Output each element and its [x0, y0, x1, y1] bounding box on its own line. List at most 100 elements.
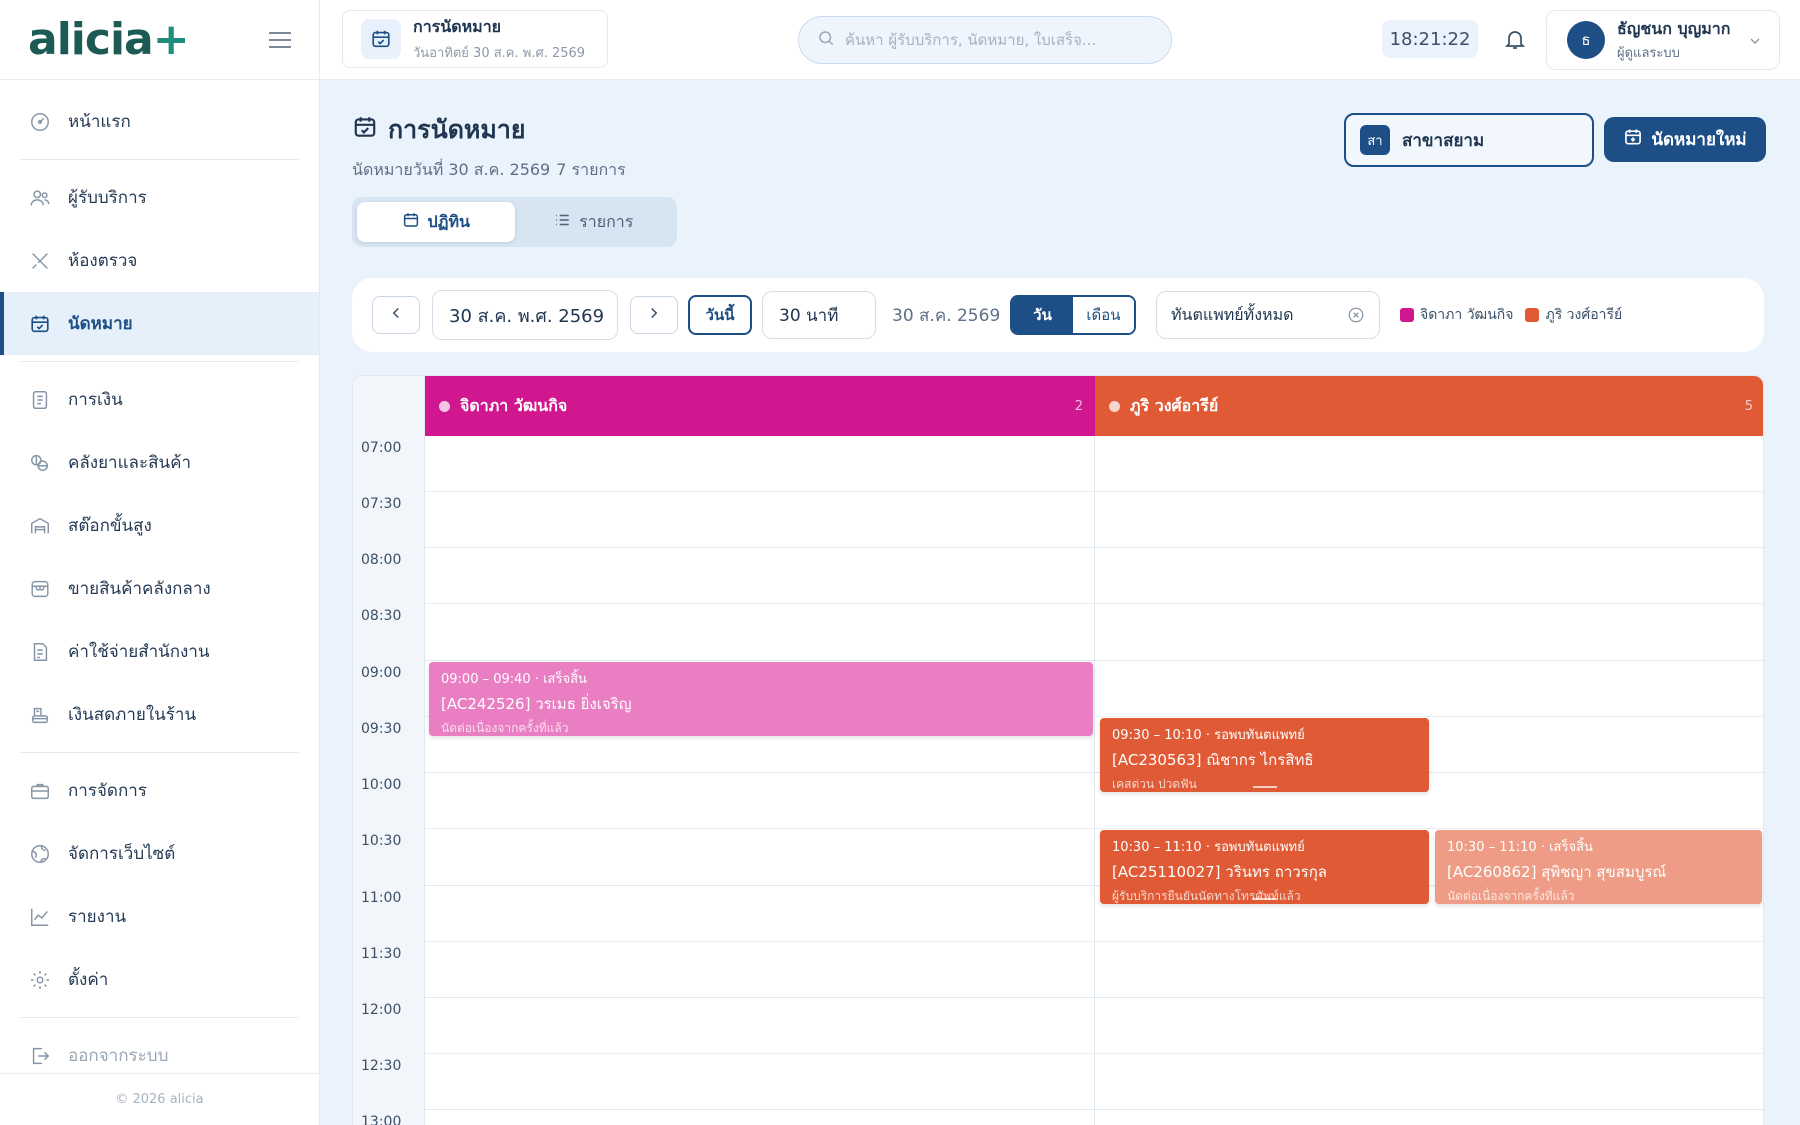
grid-line: [425, 1053, 1763, 1054]
calendar-plus-icon: [1623, 127, 1643, 152]
appointment-time: 09:30 – 10:10 · รอพบทันตแพทย์: [1112, 728, 1305, 743]
sidebar-item-patients[interactable]: ผู้รับบริการ: [0, 166, 319, 229]
status-dot: [1109, 400, 1120, 412]
avatar: ธ: [1567, 21, 1605, 59]
divider: [20, 361, 299, 362]
menu-toggle-icon[interactable]: [269, 31, 291, 48]
appointment-card[interactable]: 10:30 – 11:10 · เสร็จสิ้น [AC260862] สุพ…: [1435, 830, 1762, 904]
time-slot-label: 07:00: [361, 440, 402, 456]
page-subtitle: นัดหมายวันที่ 30 ส.ค. 2569 7 รายการ: [352, 160, 626, 179]
sidebar-item-label: ออกจากระบบ: [68, 1046, 169, 1066]
grid-line: [425, 772, 1763, 773]
sidebar-item-advanced-stock[interactable]: สต๊อกขั้นสูง: [0, 494, 319, 557]
tab-list[interactable]: รายการ: [515, 202, 673, 242]
page-chip-date: วันอาทิตย์ 30 ส.ค. พ.ศ. 2569: [413, 46, 586, 61]
sidebar-item-finance[interactable]: การเงิน: [0, 368, 319, 431]
sidebar-item-central-store[interactable]: ขายสินค้าคลังกลาง: [0, 557, 319, 620]
sidebar-item-reports[interactable]: รายงาน: [0, 885, 319, 948]
sidebar-item-label: ตั้งค่า: [68, 970, 109, 990]
tab-calendar[interactable]: ปฏิทิน: [357, 202, 515, 242]
sidebar-item-label: ผู้รับบริการ: [68, 188, 147, 208]
next-day-button[interactable]: [630, 296, 678, 334]
sidebar-item-exam-room[interactable]: ห้องตรวจ: [0, 229, 319, 292]
appointment-card[interactable]: 09:30 – 10:10 · รอพบทันตแพทย์ [AC230563]…: [1100, 718, 1429, 792]
appointment-time: 09:00 – 09:40 · เสร็จสิ้น: [441, 672, 587, 687]
copyright: © 2026 alicia: [0, 1073, 319, 1125]
user-menu[interactable]: ธ ธัญชนก บุญมาก ผู้ดูแลระบบ: [1546, 10, 1780, 70]
sidebar-item-label: การจัดการ: [68, 781, 147, 801]
chevron-left-icon: [387, 304, 405, 326]
appointment-note: ผู้รับบริการยืนยันนัดทางโทรศัพท์แล้ว: [1112, 889, 1301, 903]
appointment-patient: [AC230563] ณิชากร ไกรสิทธิ: [1112, 751, 1314, 769]
branch-badge: สา: [1360, 125, 1390, 155]
branch-selector[interactable]: สา สาขาสยาม: [1344, 113, 1594, 167]
time-slot-label: 10:30: [361, 833, 402, 849]
dentist-legend: จิดาภา วัฒนกิจ ภูริ วงศ์อารีย์: [1400, 304, 1634, 326]
today-button[interactable]: วันนี้: [688, 295, 752, 335]
sidebar-item-label: ขายสินค้าคลังกลาง: [68, 579, 211, 599]
time-slot-label: 08:00: [361, 552, 402, 568]
time-slot-label: 12:00: [361, 1002, 402, 1018]
app-logo[interactable]: alicia+: [28, 14, 190, 65]
time-slot-label: 13:00: [361, 1114, 402, 1125]
logout-icon: [28, 1044, 52, 1068]
appointment-note: นัดต่อเนื่องจากครั้งที่แล้ว: [1447, 889, 1575, 903]
briefcase-icon: [28, 779, 52, 803]
appointment-card[interactable]: 09:00 – 09:40 · เสร็จสิ้น [AC242526] วรเ…: [429, 662, 1093, 736]
users-icon: [28, 186, 52, 210]
grid-line: [425, 660, 1763, 661]
document-icon: [28, 388, 52, 412]
view-month-button[interactable]: เดือน: [1073, 297, 1134, 333]
appointment-patient: [AC25110027] วรินทร ถาวรกุล: [1112, 863, 1327, 881]
user-name: ธัญชนก บุญมาก: [1617, 19, 1731, 38]
date-picker[interactable]: 30 ส.ค. พ.ศ. 2569: [432, 290, 618, 340]
appointment-count-badge: 2: [1074, 398, 1083, 414]
view-mode-toggle: วัน เดือน: [1010, 295, 1136, 335]
dentist-filter[interactable]: ทันตแพทย์ทั้งหมด: [1156, 291, 1380, 339]
sidebar-item-label: คลังยาและสินค้า: [68, 453, 192, 473]
appointment-card[interactable]: 10:30 – 11:10 · รอพบทันตแพทย์ [AC2511002…: [1100, 830, 1429, 904]
appointment-patient: [AC260862] สุพิชญา สุขสมบูรณ์: [1447, 863, 1667, 881]
sidebar-item-home[interactable]: หน้าแรก: [0, 90, 319, 153]
appointment-time: 10:30 – 11:10 · รอพบทันตแพทย์: [1112, 840, 1305, 855]
pills-icon: [28, 451, 52, 475]
sidebar-item-website[interactable]: จัดการเว็บไซต์: [0, 822, 319, 885]
grid-line: [425, 941, 1763, 942]
warehouse-icon: [28, 514, 52, 538]
sidebar-nav: หน้าแรก ผู้รับบริการ ห้องตรวจ นัดหมาย กา…: [0, 80, 319, 1087]
search-icon: [817, 29, 835, 51]
sidebar-item-settings[interactable]: ตั้งค่า: [0, 948, 319, 1011]
gear-icon: [28, 968, 52, 992]
resize-handle[interactable]: [1252, 898, 1277, 900]
sidebar-item-inventory[interactable]: คลังยาและสินค้า: [0, 431, 319, 494]
view-day-button[interactable]: วัน: [1012, 297, 1073, 333]
interval-select[interactable]: 30 นาที: [762, 291, 876, 339]
time-slot-label: 10:00: [361, 777, 402, 793]
status-dot: [439, 400, 450, 412]
page-title: การนัดหมาย: [352, 110, 626, 150]
sidebar-item-office-expenses[interactable]: ค่าใช้จ่ายสำนักงาน: [0, 620, 319, 683]
resize-handle[interactable]: [1252, 786, 1277, 788]
logo-row: alicia+: [0, 0, 319, 80]
sidebar-item-appointments[interactable]: นัดหมาย: [0, 292, 319, 355]
user-role: ผู้ดูแลระบบ: [1617, 46, 1680, 61]
calendar-icon: [361, 19, 401, 59]
appointment-count: 7 รายการ: [556, 160, 626, 179]
grid-line: [425, 603, 1763, 604]
current-page-chip: การนัดหมาย วันอาทิตย์ 30 ส.ค. พ.ศ. 2569: [342, 10, 608, 68]
store-icon: [28, 577, 52, 601]
calendar-icon: [352, 114, 378, 146]
new-appointment-button[interactable]: นัดหมายใหม่: [1604, 117, 1766, 162]
appointment-note: นัดต่อเนื่องจากครั้งที่แล้ว: [441, 721, 569, 735]
clock: 18:21:22: [1382, 20, 1478, 58]
sidebar-item-cash[interactable]: เงินสดภายในร้าน: [0, 683, 319, 746]
notification-bell-icon[interactable]: [1498, 22, 1532, 56]
search-input[interactable]: [845, 31, 1135, 49]
clear-icon[interactable]: [1347, 306, 1365, 328]
sidebar-item-management[interactable]: การจัดการ: [0, 759, 319, 822]
view-tabs: ปฏิทิน รายการ: [352, 197, 677, 247]
day-calendar: จิดาภา วัฒนกิจ 2 ภูริ วงศ์อารีย์ 5 07:00…: [352, 375, 1764, 1125]
previous-day-button[interactable]: [372, 296, 420, 334]
sidebar-item-label: ห้องตรวจ: [68, 251, 138, 271]
legend-swatch: [1525, 308, 1540, 322]
